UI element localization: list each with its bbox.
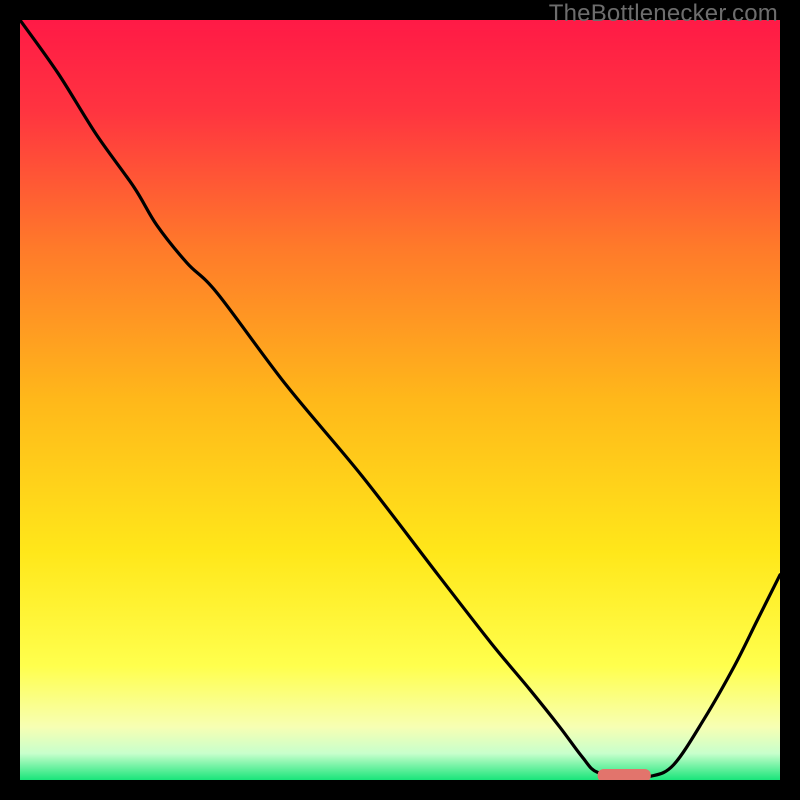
bottleneck-chart — [20, 20, 780, 780]
watermark-text: TheBottlenecker.com — [549, 0, 778, 28]
optimal-zone-marker — [598, 769, 651, 780]
gradient-background — [20, 20, 780, 780]
chart-frame — [20, 20, 780, 780]
